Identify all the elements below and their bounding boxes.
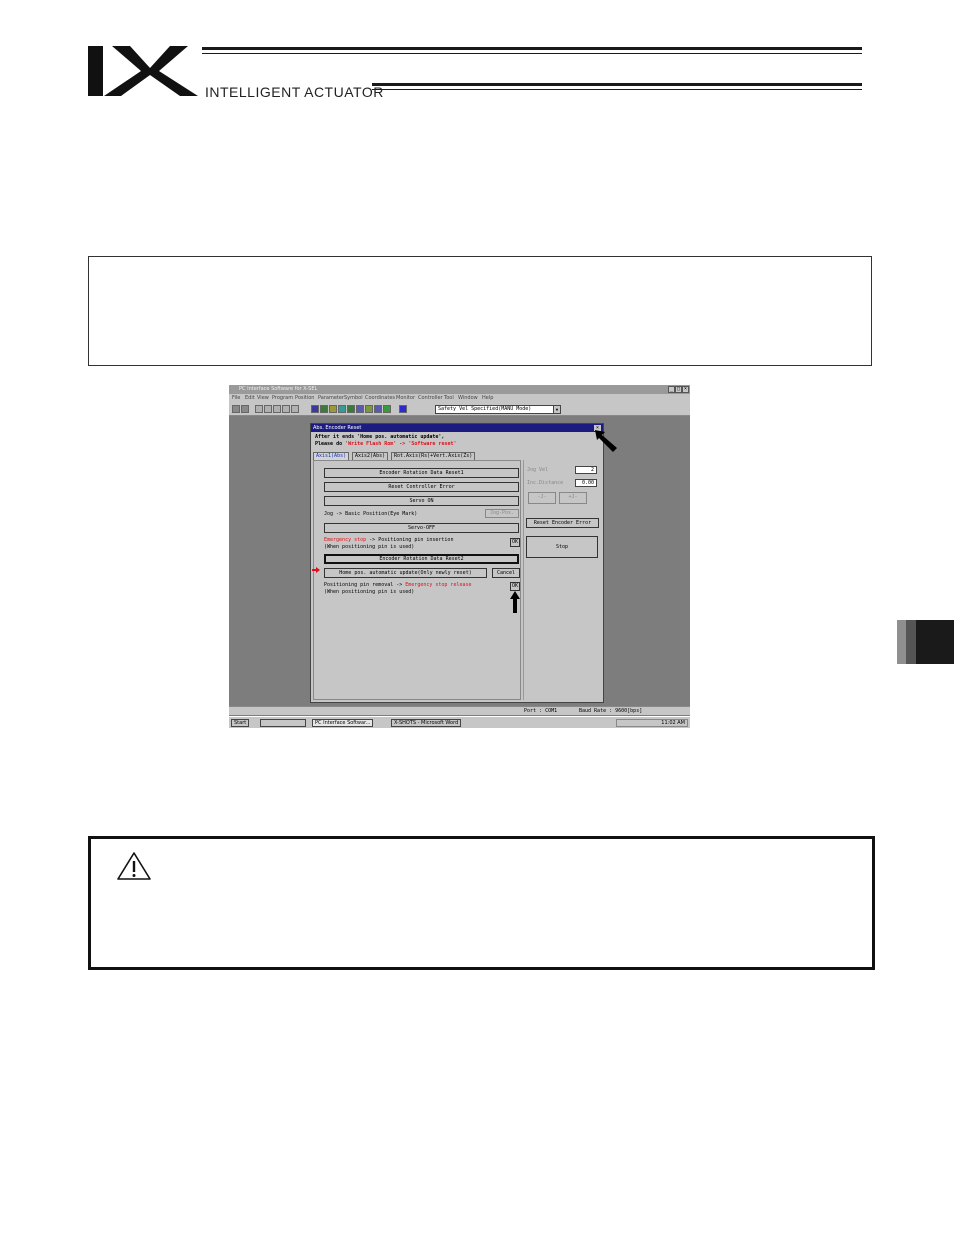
servo-on-button[interactable]: Servo ON <box>324 496 519 506</box>
close-window-button[interactable]: × <box>682 386 689 393</box>
emergency-stop-instruction: Emergency stop -> Positioning pin insert… <box>324 537 454 543</box>
dialog-titlebar: Abs. Encoder Reset × <box>311 424 603 432</box>
open-icon[interactable] <box>232 405 240 413</box>
task-word[interactable]: X-SHOTS - Microsoft Word <box>391 719 462 727</box>
menu-controller[interactable]: Controller <box>418 394 443 403</box>
servo-off-button[interactable]: Servo-OFF <box>324 523 519 533</box>
system-tray-clock: 11:02 AM <box>616 719 688 727</box>
tool-icon-11[interactable] <box>356 405 364 413</box>
tool-icon-6[interactable] <box>311 405 319 413</box>
ok-button-2[interactable]: OK <box>510 582 520 591</box>
jog-pos-button[interactable]: Jog-Pos. <box>485 509 519 518</box>
tool-icon-10[interactable] <box>347 405 355 413</box>
status-baud: Baud Rate : 9600[bps] <box>579 708 643 714</box>
jog-vel-label: Jog Vel <box>527 467 549 473</box>
arrow-up-icon <box>510 591 520 613</box>
tool-icon-4[interactable] <box>282 405 290 413</box>
ix-logo: IX <box>88 46 198 96</box>
arrow-pointer-icon <box>595 430 617 452</box>
tool-icon-2[interactable] <box>264 405 272 413</box>
menu-coordinates[interactable]: Coordinates <box>365 394 395 403</box>
home-pos-update-button[interactable]: Home pos. automatic update(Only newly re… <box>324 568 487 578</box>
menu-help[interactable]: Help <box>482 394 493 403</box>
tool-icon-8[interactable] <box>329 405 337 413</box>
menu-file[interactable]: File <box>232 394 240 403</box>
tool-icon-13[interactable] <box>374 405 382 413</box>
tool-icon-3[interactable] <box>273 405 281 413</box>
menu-monitor[interactable]: Monitor <box>396 394 415 403</box>
menu-window[interactable]: Window <box>458 394 478 403</box>
toolbar: Safety Vel Specified(MANU Mode) ▼ <box>229 403 690 416</box>
tab-axis1[interactable]: Axis1(Abs) <box>313 452 350 460</box>
menu-view[interactable]: View <box>257 394 269 403</box>
header-rule-second <box>202 53 862 54</box>
window-title: PC Interface Software for X-SEL <box>239 386 318 392</box>
menu-program[interactable]: Program <box>272 394 293 403</box>
mode-select-value: Safety Vel Specified(MANU Mode) <box>438 406 532 412</box>
reset-encoder-error-button[interactable]: Reset Encoder Error <box>526 518 599 528</box>
menu-symbol[interactable]: Symbol <box>344 394 363 403</box>
brand-name: INTELLIGENT ACTUATOR <box>205 84 384 100</box>
header-rule-third <box>372 83 862 86</box>
tool-icon-9[interactable] <box>338 405 346 413</box>
cancel-button[interactable]: Cancel <box>492 568 520 578</box>
window-titlebar: PC Interface Software for X-SEL _ □ × <box>229 385 690 394</box>
tab-rot-vert-axis[interactable]: Rot.Axis(Rs)+Vert.Axis(Zs) <box>391 452 476 460</box>
menu-parameter[interactable]: Parameter <box>318 394 344 403</box>
info-box <box>88 256 872 366</box>
caution-box <box>88 836 875 970</box>
menu-position[interactable]: Position <box>295 394 314 403</box>
mode-select[interactable]: Safety Vel Specified(MANU Mode) ▼ <box>435 405 561 414</box>
tool-icon-1[interactable] <box>255 405 263 413</box>
inc-distance-field[interactable]: 0.00 <box>575 479 597 487</box>
quick-launch[interactable] <box>260 719 306 727</box>
jog-minus-button[interactable]: -J- <box>528 492 556 504</box>
pin-removal-note: (When positioning pin is used) <box>324 589 415 595</box>
maximize-button[interactable]: □ <box>675 386 682 393</box>
jog-vel-field[interactable]: 2 <box>575 466 597 474</box>
reset-controller-error-button[interactable]: Reset Controller Error <box>324 482 519 492</box>
start-button[interactable]: Start <box>231 719 250 727</box>
pin-removal-instruction: Positioning pin removal -> Emergency sto… <box>324 582 472 588</box>
taskbar: Start PC Interface Softwar... X-SHOTS - … <box>229 716 690 728</box>
software-screenshot: PC Interface Software for X-SEL _ □ × Fi… <box>229 385 690 728</box>
menu-edit[interactable]: Edit <box>245 394 255 403</box>
save-icon[interactable] <box>241 405 249 413</box>
tool-icon-12[interactable] <box>365 405 373 413</box>
tab-axis2[interactable]: Axis2(Abs) <box>352 452 389 460</box>
dialog-message-1: After it ends 'Home pos. automatic updat… <box>315 434 445 440</box>
dialog-title: Abs. Encoder Reset <box>313 425 362 431</box>
status-port: Port : COM1 <box>524 708 558 714</box>
jog-label: Jog -> Basic Position(Eye Mark) <box>324 511 418 517</box>
stop-square-icon[interactable] <box>399 405 407 413</box>
status-bar: Port : COM1 Baud Rate : 9600[bps] <box>229 706 690 715</box>
pointer-arrow-icon <box>312 567 320 573</box>
chevron-down-icon[interactable]: ▼ <box>553 406 560 413</box>
axis1-panel: Encoder Rotation Data Reset1 Reset Contr… <box>313 460 521 700</box>
tool-icon-7[interactable] <box>320 405 328 413</box>
stop-button[interactable]: Stop <box>526 536 598 558</box>
jog-plus-button[interactable]: +J- <box>559 492 587 504</box>
abs-encoder-reset-dialog: Abs. Encoder Reset × After it ends 'Home… <box>310 423 604 703</box>
header-rule-bottom <box>372 89 862 90</box>
encoder-rotation-reset2-button[interactable]: Encoder Rotation Data Reset2 <box>324 554 519 564</box>
minimize-button[interactable]: _ <box>668 386 675 393</box>
menu-bar: File Edit View Program Position Paramete… <box>229 394 690 403</box>
dialog-message-2: Please do 'Write Flash Rom' -> 'Software… <box>315 441 457 447</box>
inc-distance-label: Inc.Distance <box>527 480 564 486</box>
tool-icon-5[interactable] <box>291 405 299 413</box>
section-tab <box>897 620 954 664</box>
header-rule-top <box>202 47 862 50</box>
task-pc-interface[interactable]: PC Interface Softwar... <box>312 719 374 727</box>
jog-panel: Jog Vel 2 Inc.Distance 0.00 -J- +J- Rese… <box>523 460 601 700</box>
tool-icon-14[interactable] <box>383 405 391 413</box>
emergency-note: (When positioning pin is used) <box>324 544 415 550</box>
warning-icon <box>117 852 151 880</box>
ok-button-1[interactable]: OK <box>510 538 520 547</box>
encoder-rotation-reset1-button[interactable]: Encoder Rotation Data Reset1 <box>324 468 519 478</box>
menu-tool[interactable]: Tool <box>444 394 454 403</box>
